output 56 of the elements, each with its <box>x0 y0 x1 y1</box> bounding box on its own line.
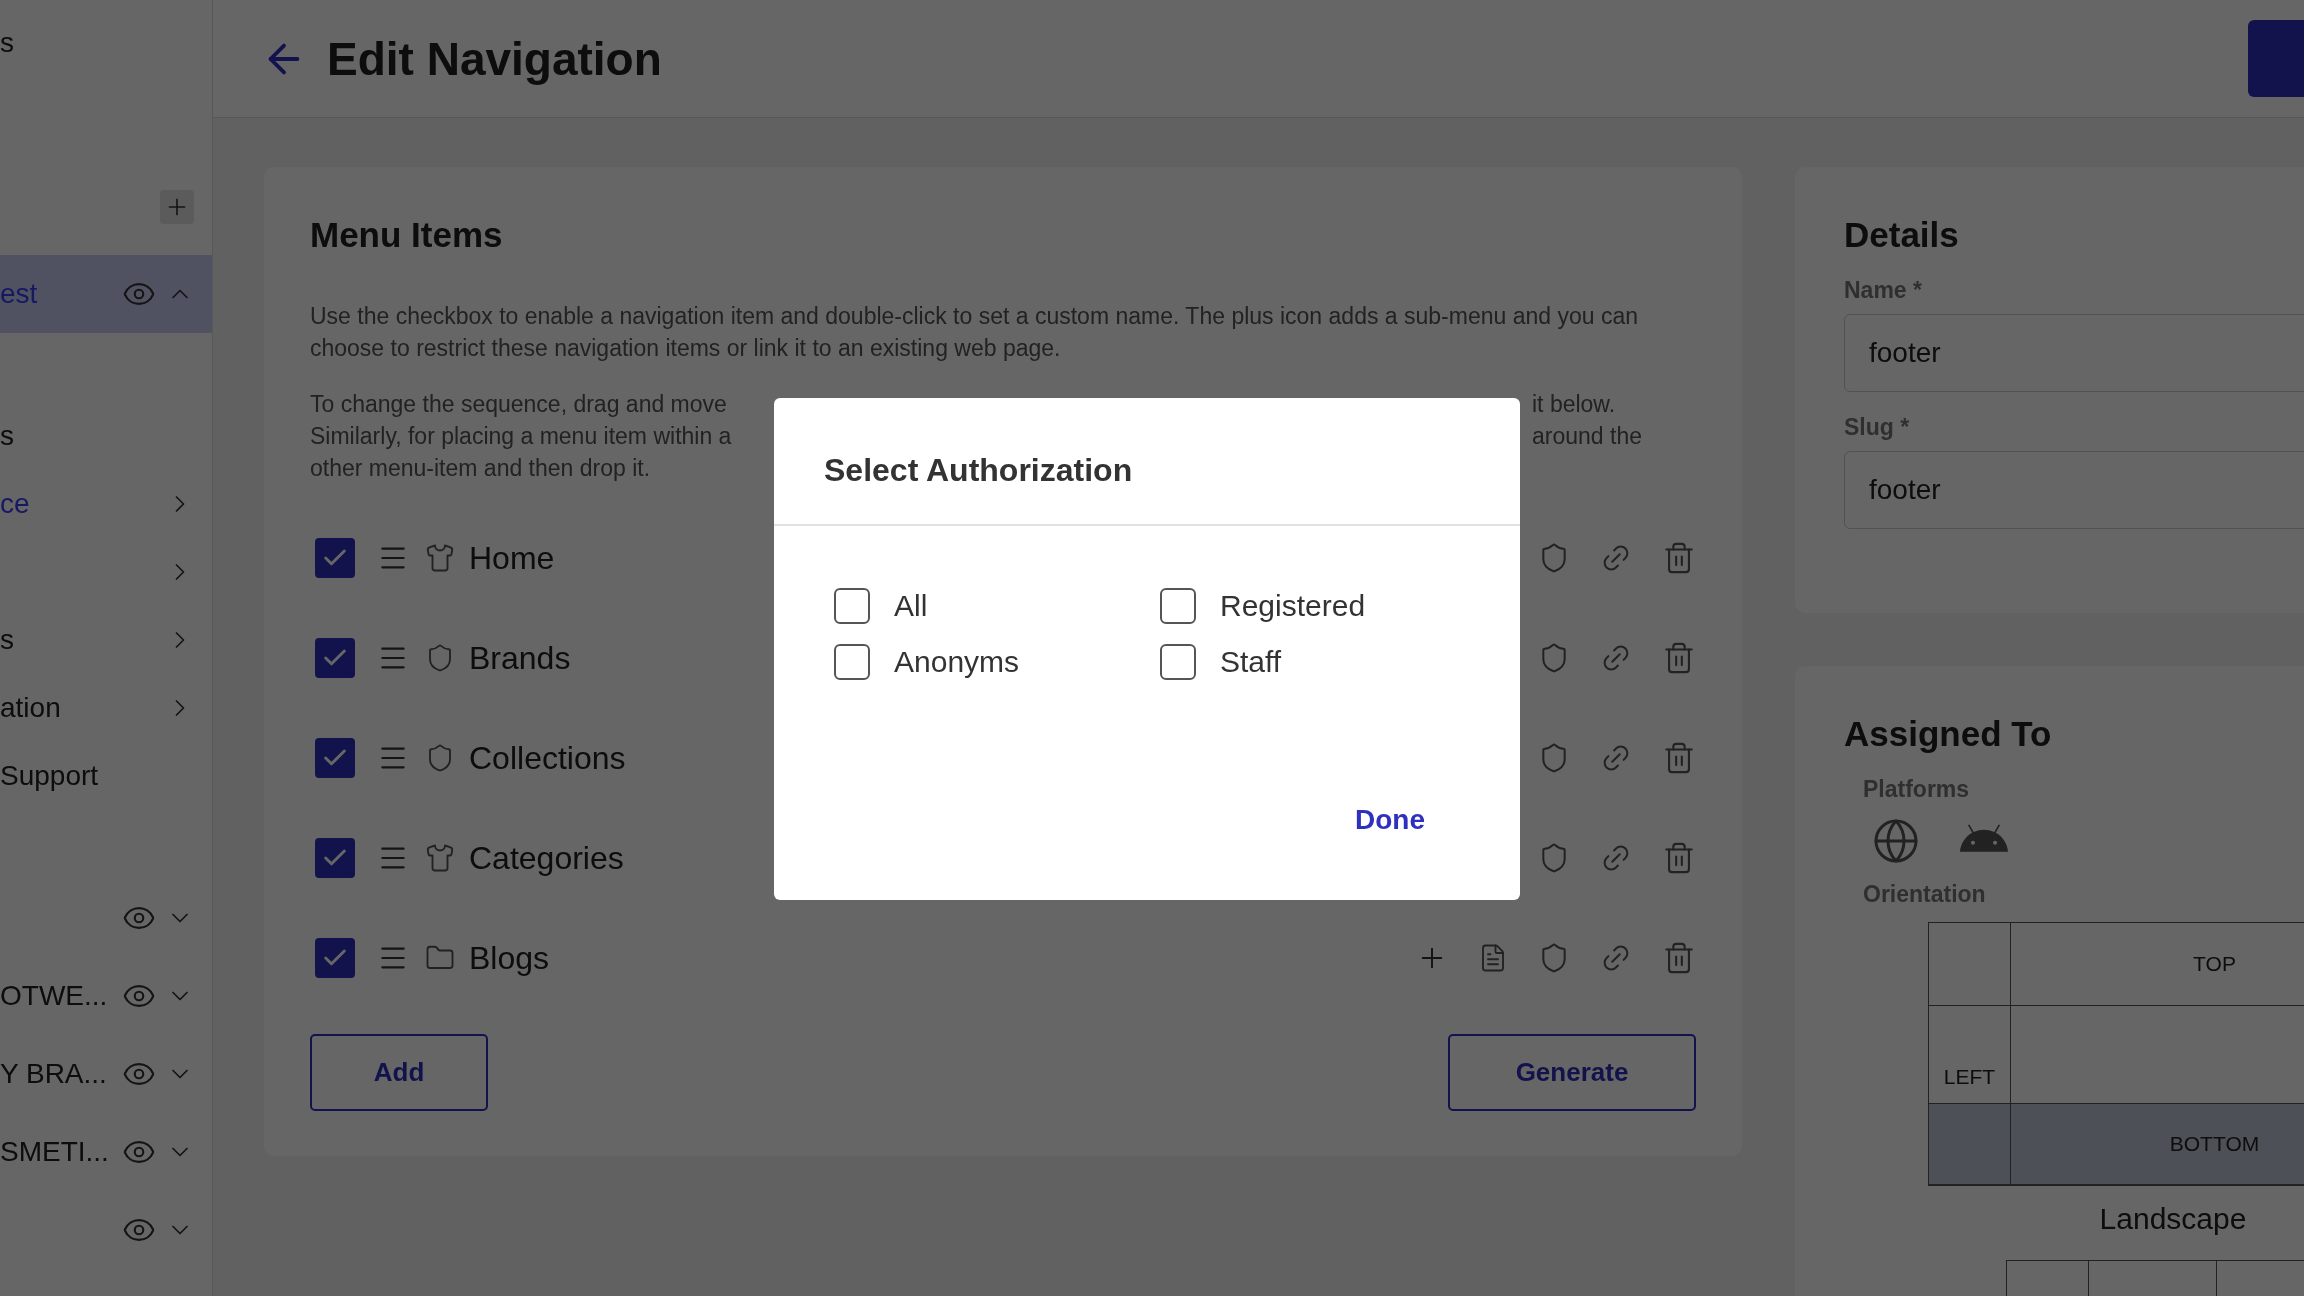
add-button[interactable]: Add <box>310 1034 488 1111</box>
shirt-icon <box>425 843 455 873</box>
done-button[interactable]: Done <box>1355 804 1425 836</box>
checkbox[interactable] <box>315 638 355 678</box>
checkbox[interactable] <box>834 644 870 680</box>
sidebar-item[interactable]: s <box>0 420 194 452</box>
description-text: it below. <box>1532 390 1616 419</box>
menu-item-label[interactable]: Categories <box>469 839 624 877</box>
sidebar-item[interactable]: s <box>0 27 194 59</box>
text-field[interactable]: footer <box>1844 451 2304 529</box>
page-title: Edit Navigation <box>327 31 662 86</box>
dialog-title: Select Authorization <box>824 451 1133 489</box>
shirt-icon <box>425 543 455 573</box>
option-label[interactable]: Anonyms <box>894 645 1020 679</box>
sidebar-item[interactable]: ce <box>0 488 156 520</box>
checkbox[interactable] <box>1160 644 1196 680</box>
orientation-caption: Landscape <box>2098 1202 2248 1236</box>
option-label[interactable]: Registered <box>1220 589 1366 623</box>
checkbox[interactable] <box>315 938 355 978</box>
menu-item-label[interactable]: Home <box>469 539 555 577</box>
add-button[interactable] <box>160 190 194 224</box>
trash-icon[interactable] <box>1662 641 1696 675</box>
trash-icon[interactable] <box>1662 841 1696 875</box>
card-title: Assigned To <box>1844 714 2053 754</box>
sidebar-item[interactable]: OTWE... <box>0 980 112 1012</box>
checkbox[interactable] <box>834 588 870 624</box>
checkbox[interactable] <box>315 838 355 878</box>
bottom-position[interactable]: BOTTOM <box>2010 1103 2304 1185</box>
card-title: Menu Items <box>310 215 504 255</box>
description-text: To change the sequence, drag and move <box>310 390 727 419</box>
trash-icon[interactable] <box>1662 741 1696 775</box>
description-text: other menu-item and then drop it. <box>310 454 651 483</box>
option-label[interactable]: All <box>894 589 928 623</box>
globe-icon[interactable] <box>1872 817 1920 865</box>
text-field[interactable]: footer <box>1844 314 2304 392</box>
trash-icon[interactable] <box>1662 941 1696 975</box>
sidebar-item[interactable]: Y BRA... <box>0 1058 112 1090</box>
sidebar-item[interactable]: SMETI... <box>0 1136 112 1168</box>
sidebar-item[interactable]: ation <box>0 692 156 724</box>
sidebar-item[interactable]: s <box>0 624 156 656</box>
trash-icon[interactable] <box>1662 541 1696 575</box>
checkbox[interactable] <box>315 738 355 778</box>
description-text: around the <box>1532 422 1642 451</box>
menu-item-label[interactable]: Brands <box>469 639 571 677</box>
option-label[interactable]: Staff <box>1220 645 1282 679</box>
card-title: Details <box>1844 215 1960 255</box>
description-text: Similarly, for placing a menu item within a <box>310 422 732 451</box>
checkbox[interactable] <box>315 538 355 578</box>
menu-item-label[interactable]: Collections <box>469 739 626 777</box>
checkbox[interactable] <box>1160 588 1196 624</box>
sidebar-group-row[interactable]: est <box>0 255 212 333</box>
menu-item-label[interactable]: Blogs <box>469 939 550 977</box>
description-text: Use the checkbox to enable a navigation item and double-click to set a custom name. The plus icon adds a sub-menu and you can choose to restrict these navigation items or link it to an existing web page. <box>310 302 1639 363</box>
sidebar-item[interactable]: Support <box>0 760 194 792</box>
sidebar-item[interactable]: est <box>0 278 112 310</box>
generate-button[interactable]: Generate <box>1448 1034 1696 1111</box>
